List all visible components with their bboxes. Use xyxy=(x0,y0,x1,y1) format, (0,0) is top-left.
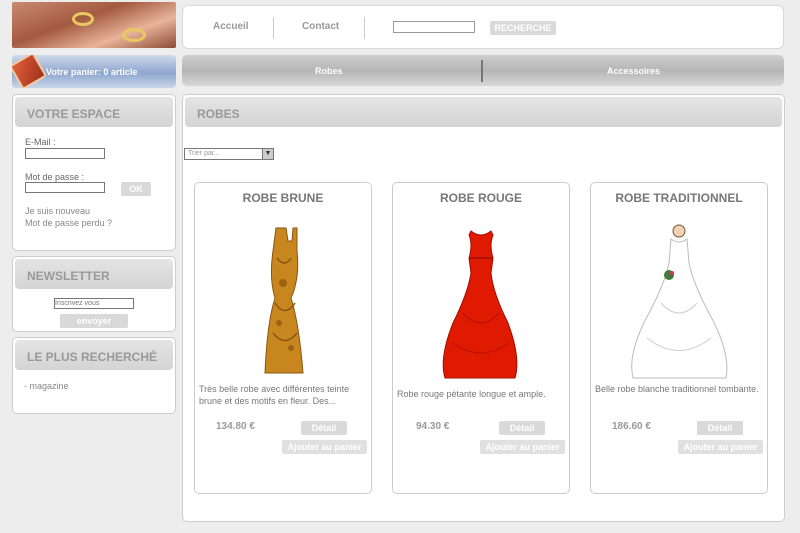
detail-button[interactable]: Détail xyxy=(499,421,545,435)
newsletter-title: NEWSLETTER xyxy=(15,259,173,289)
popular-title: LE PLUS RECHERCHÉ xyxy=(15,340,173,370)
product-title[interactable]: ROBE ROUGE xyxy=(393,191,569,205)
add-to-cart-button[interactable]: Ajouter au panier xyxy=(480,440,565,454)
sort-select-value: Trier par... xyxy=(188,150,220,157)
red-dress-image[interactable] xyxy=(423,223,539,381)
product-description: Robe rouge pétante longue et ample. xyxy=(397,389,546,399)
nav-contact[interactable]: Contact xyxy=(302,21,339,32)
product-price: 94.30 € xyxy=(416,421,450,432)
add-to-cart-button[interactable]: Ajouter au panier xyxy=(678,440,763,454)
chevron-down-icon[interactable]: ▼ xyxy=(262,149,273,159)
header-hands-photo xyxy=(12,2,176,48)
newsletter-box: NEWSLETTER envoyer xyxy=(12,256,176,332)
nav-divider xyxy=(364,17,365,39)
newsletter-send-button[interactable]: envoyer xyxy=(60,314,128,328)
detail-button[interactable]: Détail xyxy=(697,421,743,435)
password-label: Mot de passe : xyxy=(25,172,85,182)
top-nav-bar: Accueil Contact RECHERCHE xyxy=(182,5,784,49)
cart-bar[interactable]: Votre panier: 0 article xyxy=(12,55,176,88)
search-button[interactable]: RECHERCHE xyxy=(490,21,556,35)
add-to-cart-button[interactable]: Ajouter au panier xyxy=(282,440,367,454)
login-ok-button[interactable]: OK xyxy=(121,182,151,196)
cart-book-icon xyxy=(12,55,48,88)
search-input[interactable] xyxy=(393,21,475,33)
page-title: ROBES xyxy=(185,97,782,127)
product-price: 134.80 € xyxy=(216,421,255,432)
popular-item[interactable]: - magazine xyxy=(24,381,69,391)
account-title: VOTRE ESPACE xyxy=(15,97,173,127)
category-robes[interactable]: Robes xyxy=(315,66,343,76)
brown-dress-image[interactable] xyxy=(225,223,341,381)
popular-box: LE PLUS RECHERCHÉ - magazine xyxy=(12,337,176,414)
email-field[interactable] xyxy=(25,148,105,159)
product-title[interactable]: ROBE TRADITIONNEL xyxy=(591,191,767,205)
password-field[interactable] xyxy=(25,182,105,193)
detail-button[interactable]: Détail xyxy=(301,421,347,435)
category-bar: Robes Accessoires xyxy=(182,55,784,86)
white-dress-image[interactable] xyxy=(621,223,737,381)
email-label: E-Mail : xyxy=(25,137,56,147)
nav-accueil[interactable]: Accueil xyxy=(213,21,249,32)
newsletter-input[interactable] xyxy=(54,298,134,309)
nav-divider xyxy=(273,17,274,39)
lost-password-link[interactable]: Mot de passe perdu ? xyxy=(25,218,112,228)
popular-item-label[interactable]: magazine xyxy=(30,381,69,391)
sort-select[interactable]: Trier par... ▼ xyxy=(184,148,274,160)
product-card: ROBE BRUNE Très belle robe avec différen… xyxy=(194,182,372,494)
category-accessoires[interactable]: Accessoires xyxy=(607,66,660,76)
category-divider xyxy=(481,60,483,82)
product-card: ROBE TRADITIONNEL Belle robe blanche tra… xyxy=(590,182,768,494)
product-price: 186.60 € xyxy=(612,421,651,432)
account-box: VOTRE ESPACE E-Mail : Mot de passe : OK … xyxy=(12,94,176,251)
register-link[interactable]: Je suis nouveau xyxy=(25,206,90,216)
product-title[interactable]: ROBE BRUNE xyxy=(195,191,371,205)
cart-label: Votre panier: 0 article xyxy=(46,67,138,77)
product-card: ROBE ROUGE Robe rouge pétante longue et … xyxy=(392,182,570,494)
product-description: Belle robe blanche traditionnel tombante… xyxy=(595,384,759,394)
product-description: Très belle robe avec différentes teinte … xyxy=(199,384,350,406)
main-content: ROBES Trier par... ▼ ROBE BRUNE Très bel… xyxy=(182,94,785,522)
